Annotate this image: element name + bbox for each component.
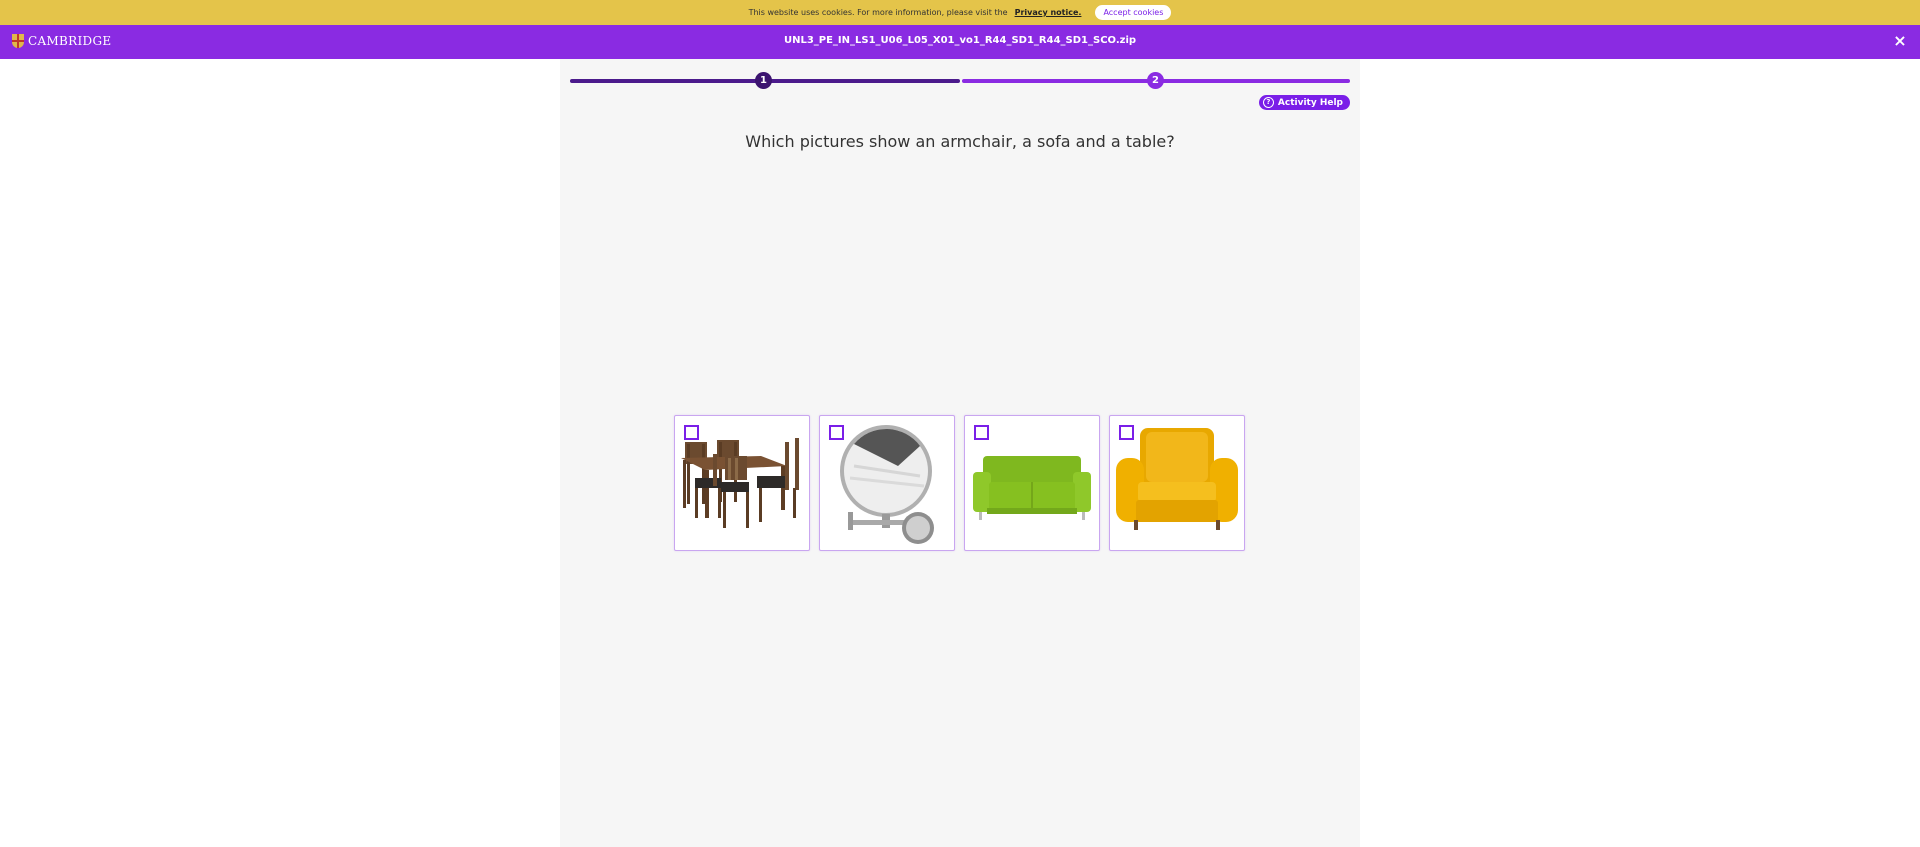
close-icon[interactable]: × — [1890, 31, 1910, 50]
app-header: CAMBRIDGE UNL3_PE_IN_LS1_U06_L05_X01_vo1… — [0, 25, 1920, 59]
accept-cookies-button[interactable]: Accept cookies — [1095, 5, 1172, 20]
activity-panel: 1 2 ? Activity Help Which pictures show … — [560, 59, 1360, 847]
cookie-message: This website uses cookies. For more info… — [748, 8, 1008, 17]
option-armchair-card[interactable] — [1109, 415, 1245, 551]
step-1-indicator[interactable]: 1 — [755, 72, 772, 89]
checkbox[interactable] — [1119, 425, 1134, 440]
cookie-banner: This website uses cookies. For more info… — [0, 0, 1920, 25]
question-text: Which pictures show an armchair, a sofa … — [745, 132, 1175, 151]
privacy-notice-link[interactable]: Privacy notice. — [1015, 8, 1082, 17]
progress-bar: 1 2 — [570, 72, 1350, 89]
activity-help-button[interactable]: ? Activity Help — [1258, 95, 1350, 110]
activity-help-label: Activity Help — [1277, 97, 1343, 108]
help-icon: ? — [1262, 97, 1274, 108]
activity-title: UNL3_PE_IN_LS1_U06_L05_X01_vo1_R44_SD1_R… — [783, 35, 1137, 46]
option-table-card[interactable] — [674, 415, 810, 551]
checkbox[interactable] — [829, 425, 844, 440]
option-mirror-card[interactable] — [819, 415, 955, 551]
step-2-indicator[interactable]: 2 — [1147, 72, 1164, 89]
answer-options — [674, 415, 1245, 551]
checkbox[interactable] — [684, 425, 699, 440]
checkbox[interactable] — [974, 425, 989, 440]
option-sofa-card[interactable] — [964, 415, 1100, 551]
